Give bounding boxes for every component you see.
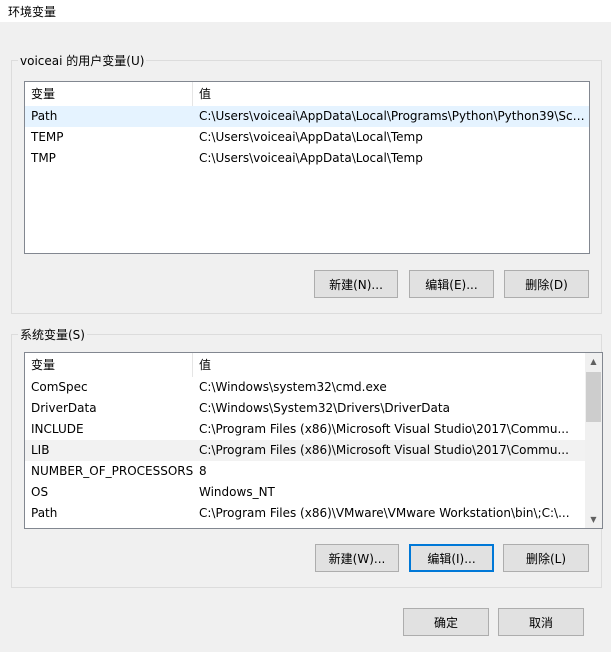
ok-button[interactable]: 确定: [403, 608, 489, 636]
scrollbar-thumb[interactable]: [586, 372, 601, 422]
system-var-name: INCLUDE: [31, 422, 84, 436]
user-variables-list-header: 变量 值: [25, 82, 589, 106]
system-var-row-number-of-processors[interactable]: NUMBER_OF_PROCESSORS 8: [25, 461, 585, 482]
user-var-value: C:\Users\voiceai\AppData\Local\Temp: [199, 151, 423, 165]
user-variables-group-label: voiceai 的用户变量(U): [18, 52, 147, 69]
column-header-variable[interactable]: 变量: [25, 82, 193, 106]
system-var-name: OS: [31, 485, 49, 499]
user-var-name: Path: [31, 109, 58, 123]
system-var-name: NUMBER_OF_PROCESSORS: [31, 464, 193, 478]
user-var-row-tmp[interactable]: TMP C:\Users\voiceai\AppData\Local\Temp: [25, 148, 589, 169]
user-variables-group: voiceai 的用户变量(U) 变量 值 Path C:\Users\voic…: [11, 52, 602, 314]
system-var-row-include[interactable]: INCLUDE C:\Program Files (x86)\Microsoft…: [25, 419, 585, 440]
user-var-value: C:\Users\voiceai\AppData\Local\Temp: [199, 130, 423, 144]
user-var-row-temp[interactable]: TEMP C:\Users\voiceai\AppData\Local\Temp: [25, 127, 589, 148]
system-var-row-path[interactable]: Path C:\Program Files (x86)\VMware\VMwar…: [25, 503, 585, 524]
user-edit-button[interactable]: 编辑(E)...: [409, 270, 494, 298]
user-var-value: C:\Users\voiceai\AppData\Local\Programs\…: [199, 109, 588, 123]
system-var-name: LIB: [31, 443, 50, 457]
user-new-button[interactable]: 新建(N)...: [314, 270, 398, 298]
scroll-down-arrow-icon[interactable]: ▼: [585, 511, 602, 528]
system-variables-group: 系统变量(S) 变量 值 ComSpec C:\Windows\system32…: [11, 326, 603, 588]
system-var-row-driverdata[interactable]: DriverData C:\Windows\System32\Drivers\D…: [25, 398, 585, 419]
system-var-row-lib[interactable]: LIB C:\Program Files (x86)\Microsoft Vis…: [25, 440, 585, 461]
user-var-row-path[interactable]: Path C:\Users\voiceai\AppData\Local\Prog…: [25, 106, 589, 127]
system-var-name: Path: [31, 506, 58, 520]
system-var-value: C:\Program Files (x86)\VMware\VMware Wor…: [199, 506, 570, 520]
system-var-value: Windows_NT: [199, 485, 275, 499]
system-var-name: ComSpec: [31, 380, 88, 394]
system-var-value: C:\Program Files (x86)\Microsoft Visual …: [199, 422, 569, 436]
cancel-button[interactable]: 取消: [498, 608, 584, 636]
system-variables-list-header: 变量 值: [25, 353, 585, 377]
user-var-name: TEMP: [31, 130, 64, 144]
system-var-value: C:\Windows\System32\Drivers\DriverData: [199, 401, 450, 415]
system-new-button[interactable]: 新建(W)...: [315, 544, 399, 572]
system-var-value: C:\Windows\system32\cmd.exe: [199, 380, 387, 394]
system-variables-rows: ComSpec C:\Windows\system32\cmd.exe Driv…: [25, 377, 585, 524]
system-variables-group-label: 系统变量(S): [18, 326, 87, 343]
system-variables-list[interactable]: 变量 值 ComSpec C:\Windows\system32\cmd.exe…: [24, 352, 603, 529]
user-variables-list[interactable]: 变量 值 Path C:\Users\voiceai\AppData\Local…: [24, 81, 590, 254]
system-var-row-comspec[interactable]: ComSpec C:\Windows\system32\cmd.exe: [25, 377, 585, 398]
user-var-name: TMP: [31, 151, 56, 165]
window-title: 环境变量: [8, 5, 57, 19]
user-delete-button[interactable]: 删除(D): [504, 270, 589, 298]
system-var-row-os[interactable]: OS Windows_NT: [25, 482, 585, 503]
system-variables-scrollbar[interactable]: ▲ ▼: [585, 353, 602, 528]
scroll-up-arrow-icon[interactable]: ▲: [585, 353, 602, 370]
user-variables-rows: Path C:\Users\voiceai\AppData\Local\Prog…: [25, 106, 589, 169]
column-header-value[interactable]: 值: [193, 353, 585, 377]
system-var-value: 8: [199, 464, 207, 478]
environment-variables-dialog: 环境变量 voiceai 的用户变量(U) 变量 值 Path C:\Users…: [0, 0, 611, 652]
column-header-value[interactable]: 值: [193, 82, 589, 106]
system-var-value: C:\Program Files (x86)\Microsoft Visual …: [199, 443, 569, 457]
system-edit-button[interactable]: 编辑(I)...: [409, 544, 494, 572]
title-bar[interactable]: 环境变量: [0, 0, 611, 22]
column-header-variable[interactable]: 变量: [25, 353, 193, 377]
system-var-name: DriverData: [31, 401, 97, 415]
system-delete-button[interactable]: 删除(L): [503, 544, 589, 572]
